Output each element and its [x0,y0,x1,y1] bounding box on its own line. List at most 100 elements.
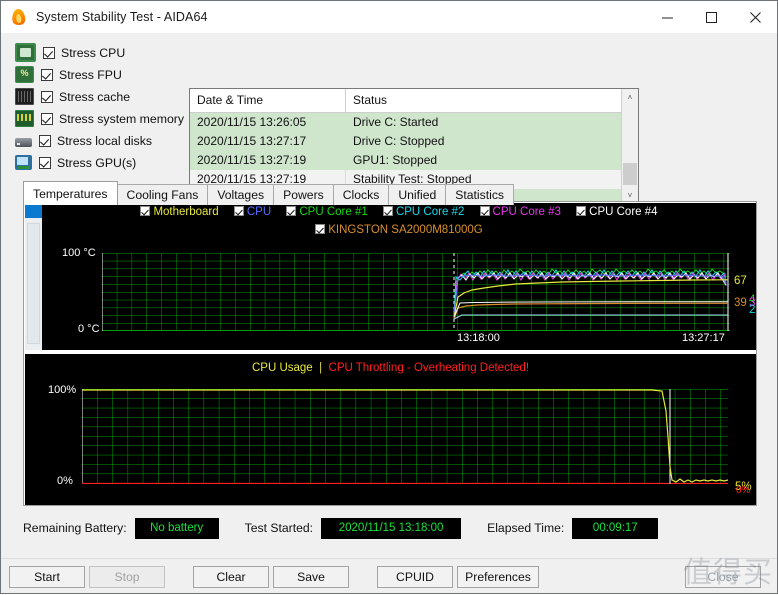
temp-value-core2: 26 [749,304,756,316]
stress-fpu-checkbox[interactable] [41,69,53,81]
stress-option-gpu[interactable]: Stress GPU(s) [15,153,191,172]
stress-fpu-label: Stress FPU [59,68,122,82]
memory-module-icon [15,110,34,127]
stress-option-cpu[interactable]: Stress CPU [15,43,191,62]
temp-value-ssd: 39 [734,297,747,309]
checkbox-icon[interactable] [234,206,244,216]
maximize-icon[interactable] [689,1,733,33]
temp-value-motherboard: 67 [734,275,747,287]
scrollbar-track[interactable] [622,105,638,187]
save-button[interactable]: Save [273,566,349,588]
window-title: System Stability Test - AIDA64 [36,10,208,24]
cpu-chip-icon [15,43,36,62]
legend-label: KINGSTON SA2000M81000G [328,224,482,236]
flame-icon [10,8,28,26]
legend-item-cpu-core-2[interactable]: CPU Core #2 [383,206,464,218]
legend-label: CPU [247,206,271,218]
table-row[interactable]: 2020/11/15 13:27:17 Drive C: Stopped [190,132,638,151]
tab-powers[interactable]: Powers [273,184,334,205]
legend-item-kingston-ssd[interactable]: KINGSTON SA2000M81000G [315,224,482,236]
event-log-scrollbar[interactable]: ˄ ˅ [621,89,638,203]
cpu-usage-title-main: CPU Usage [252,362,313,374]
stop-button: Stop [89,566,165,588]
legend-item-cpu-core-4[interactable]: CPU Core #4 [576,206,657,218]
stress-disks-label: Stress local disks [57,134,152,148]
legend-item-motherboard[interactable]: Motherboard [140,206,218,218]
close-button[interactable]: Close [685,566,761,588]
stress-option-cache[interactable]: Stress cache [15,87,191,106]
temp-axis-min-label: 0 °C [78,323,100,335]
cell-status: GPU1: Stopped [346,151,638,170]
checkbox-icon[interactable] [140,206,150,216]
test-started-label: Test Started: [245,521,313,535]
stress-options-list: Stress CPU % Stress FPU Stress cache Str… [15,43,191,175]
remaining-battery-label: Remaining Battery: [23,521,127,535]
tab-voltages[interactable]: Voltages [207,184,274,205]
preferences-button[interactable]: Preferences [457,566,539,588]
remaining-battery-value: No battery [135,518,219,539]
cell-datetime: 2020/11/15 13:26:05 [190,113,346,132]
graph-vertical-scrollbar[interactable] [25,203,43,350]
tab-unified[interactable]: Unified [388,184,446,205]
hard-disk-icon [15,138,32,147]
status-strip: Remaining Battery: No battery Test Start… [23,514,757,542]
start-button[interactable]: Start [9,566,85,588]
stress-option-disks[interactable]: Stress local disks [15,131,191,150]
table-row[interactable]: 2020/11/15 13:27:19 GPU1: Stopped [190,151,638,170]
column-header-status: Status [346,89,638,112]
tab-cooling-fans[interactable]: Cooling Fans [117,184,209,205]
stress-cache-checkbox[interactable] [41,91,53,103]
stress-cpu-checkbox[interactable] [43,47,55,59]
temperatures-plot [102,253,730,331]
temp-axis-max-label: 100 °C [62,247,96,259]
cpu-usage-plot [82,389,728,484]
stress-option-memory[interactable]: Stress system memory [15,109,191,128]
cpu-axis-min-label: 0% [57,475,73,487]
title-bar: System Stability Test - AIDA64 [1,1,777,33]
legend-item-cpu-core-3[interactable]: CPU Core #3 [480,206,561,218]
stress-disks-checkbox[interactable] [39,135,51,147]
close-icon[interactable] [733,1,777,33]
cpu-axis-max-label: 100% [48,384,76,396]
scrollbar-track[interactable] [27,223,40,344]
button-bar: Start Stop Clear Save CPUID Preferences … [1,559,777,593]
upper-panel: Stress CPU % Stress FPU Stress cache Str… [1,33,777,161]
stress-memory-checkbox[interactable] [41,113,53,125]
checkbox-icon[interactable] [576,206,586,216]
cpuid-button[interactable]: CPUID [377,566,453,588]
legend-label: CPU Core #4 [589,206,657,218]
cpu-usage-chart: CPU Usage | CPU Throttling - Overheating… [25,354,756,505]
temperature-legend-row2: KINGSTON SA2000M81000G [42,224,756,236]
tab-temperatures[interactable]: Temperatures [23,181,118,205]
elapsed-time-label: Elapsed Time: [487,521,564,535]
cell-status: Drive C: Started [346,113,638,132]
scroll-up-icon[interactable]: ˄ [622,89,638,105]
legend-label: CPU Core #2 [396,206,464,218]
legend-label: CPU Core #3 [493,206,561,218]
clear-button[interactable]: Clear [193,566,269,588]
table-row[interactable]: 2020/11/15 13:26:05 Drive C: Started [190,113,638,132]
checkbox-icon[interactable] [383,206,393,216]
tab-clocks[interactable]: Clocks [333,184,390,205]
legend-item-cpu-core-1[interactable]: CPU Core #1 [286,206,367,218]
tab-statistics[interactable]: Statistics [445,184,514,205]
stress-option-fpu[interactable]: % Stress FPU [15,65,191,84]
legend-label: CPU Core #1 [299,206,367,218]
minimize-icon[interactable] [645,1,689,33]
test-started-value: 2020/11/15 13:18:00 [321,518,461,539]
cell-datetime: 2020/11/15 13:27:17 [190,132,346,151]
legend-item-cpu[interactable]: CPU [234,206,271,218]
scrollbar-thumb[interactable] [623,163,637,185]
cell-status: Drive C: Stopped [346,132,638,151]
checkbox-icon[interactable] [480,206,490,216]
temp-xtick-end: 13:27:17 [682,332,725,344]
stress-gpu-checkbox[interactable] [39,157,51,169]
event-log-header: Date & Time Status [190,89,638,113]
scrollbar-thumb[interactable] [25,203,42,218]
stress-cache-label: Stress cache [59,90,130,104]
checkbox-icon[interactable] [315,224,325,234]
checkbox-icon[interactable] [286,206,296,216]
cell-datetime: 2020/11/15 13:27:19 [190,151,346,170]
graph-panel: Motherboard CPU CPU Core #1 CPU Core #2 … [23,201,757,506]
tab-bar: Temperatures Cooling Fans Voltages Power… [23,181,513,205]
